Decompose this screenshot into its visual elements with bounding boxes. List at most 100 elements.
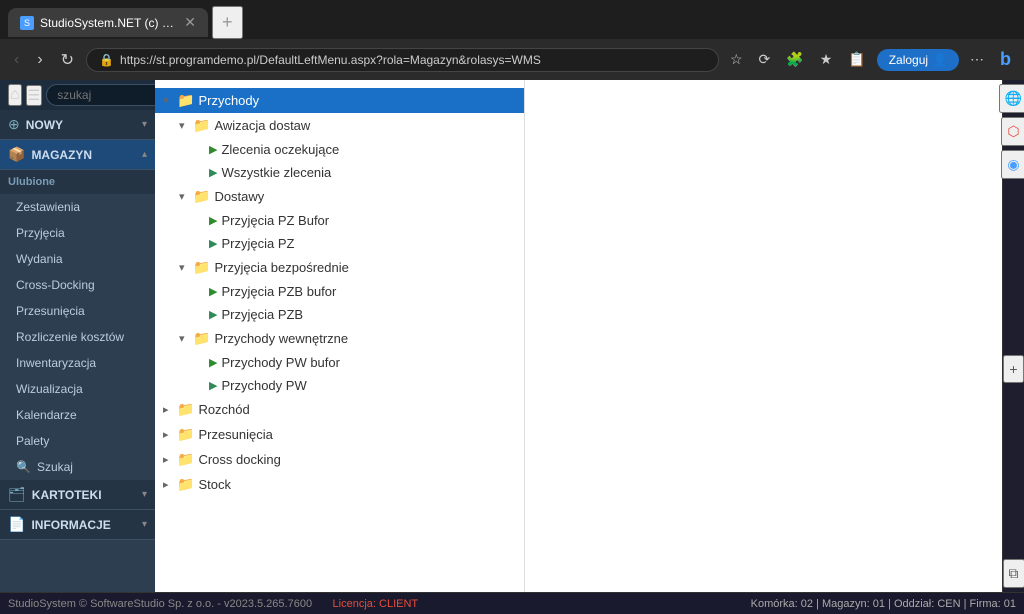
tree-item-zlecenia[interactable]: ▶Zlecenia oczekujące: [155, 138, 524, 161]
tree-toggle-przychody[interactable]: ▾: [163, 94, 177, 107]
tree-item-przyjecia_pzb_bufor[interactable]: ▶ Przyjęcia PZB bufor: [155, 280, 524, 303]
sidebar-item-przesuniecia[interactable]: Przesunięcia: [0, 298, 155, 324]
collection-icon[interactable]: 📋: [843, 47, 870, 72]
sidebar-section-nowy[interactable]: ⊕ NOWY ▾: [0, 110, 155, 140]
informacje-icon: 📄: [8, 516, 25, 533]
tree-icon-przyjecia_pzb_bufor: ▶: [209, 285, 217, 298]
tree-toggle-awizacja[interactable]: ▾: [179, 119, 193, 132]
informacje-arrow-icon: ▾: [142, 519, 147, 530]
browser-nav-bar: ‹ › ↻ 🔒 https://st.programdemo.pl/Defaul…: [0, 39, 1024, 80]
tree-icon-przychody: 📁: [177, 92, 194, 109]
sidebar-item-rozliczenie-kosztow[interactable]: Rozliczenie kosztów: [0, 324, 155, 350]
tree-label-cross_docking: Cross docking: [198, 452, 280, 467]
tree-icon-stock: 📁: [177, 476, 194, 493]
tab-title: StudioSystem.NET (c) SoftwareS...: [40, 16, 178, 30]
tree-icon-przychody_pw_bufor: ▶: [209, 356, 217, 369]
tree-label-przyjecia_pz: Przyjęcia PZ: [221, 236, 294, 251]
favorites-icon[interactable]: ★: [815, 47, 838, 72]
refresh-button[interactable]: ↻: [55, 46, 80, 74]
tree-label-przyjecia_pz_bufor: Przyjęcia PZ Bufor: [221, 213, 329, 228]
tree-item-przyjecia_pzb[interactable]: ▶Przyjęcia PZB: [155, 303, 524, 326]
right-edge: 🌐 ⬡ ◉ + ⧉: [1002, 80, 1024, 592]
menu-button[interactable]: ☰: [26, 85, 43, 106]
tree-item-przyjecia_bezposrednie[interactable]: ▾📁Przyjęcia bezpośrednie: [155, 255, 524, 280]
edge-btn-1[interactable]: 🌐: [999, 84, 1024, 113]
tab-close-icon[interactable]: ✕: [184, 14, 196, 31]
tree-label-przychody_pw: Przychody PW: [221, 378, 306, 393]
extensions-icon[interactable]: 🧩: [781, 47, 808, 72]
tree-item-wszystkie[interactable]: ▶Wszystkie zlecenia: [155, 161, 524, 184]
sidebar-item-zestawienia[interactable]: Zestawienia: [0, 194, 155, 220]
tree-item-stock[interactable]: ▸📁Stock: [155, 472, 524, 497]
sidebar-item-przyjecia[interactable]: Przyjęcia: [0, 220, 155, 246]
sidebar-item-inwentaryzacja[interactable]: Inwentaryzacja: [0, 350, 155, 376]
sidebar-section-informacje[interactable]: 📄 INFORMACJE ▾: [0, 510, 155, 540]
tree-item-dostawy[interactable]: ▾📁Dostawy: [155, 184, 524, 209]
browser-tab-active[interactable]: S StudioSystem.NET (c) SoftwareS... ✕: [8, 8, 208, 37]
tree-label-przyjecia_pzb_bufor: Przyjęcia PZB bufor: [221, 284, 336, 299]
ulubione-label: Ulubione: [8, 176, 55, 188]
bing-icon[interactable]: b: [995, 45, 1016, 74]
sidebar-section-kartoteki[interactable]: 🗂 KARTOTEKI ▾: [0, 480, 155, 510]
search-input[interactable]: [46, 84, 155, 106]
tree-toggle-stock[interactable]: ▸: [163, 478, 177, 491]
magazyn-arrow-icon: ▴: [142, 149, 147, 160]
home-button[interactable]: ⌂: [8, 84, 22, 106]
tree-item-przychody_pw_bufor[interactable]: ▶ Przychody PW bufor: [155, 351, 524, 374]
status-license-link[interactable]: Licencja: CLIENT: [333, 598, 419, 610]
status-left-text: StudioSystem © SoftwareStudio Sp. z o.o.…: [8, 598, 325, 610]
tree-item-rozchod[interactable]: ▸📁Rozchód: [155, 397, 524, 422]
tree-toggle-cross_docking[interactable]: ▸: [163, 453, 177, 466]
tree-icon-przyjecia_pz_bufor: ▶: [209, 214, 217, 227]
edge-btn-add[interactable]: +: [1003, 355, 1023, 383]
tree-item-przychody_pw[interactable]: ▶Przychody PW: [155, 374, 524, 397]
edge-btn-3[interactable]: ◉: [1001, 150, 1024, 179]
search-icon-small: 🔍: [16, 460, 31, 474]
tree-toggle-przyjecia_bezposrednie[interactable]: ▾: [179, 261, 193, 274]
kartoteki-icon: 🗂: [8, 486, 26, 503]
tree-label-przychody_pw_bufor: Przychody PW bufor: [221, 355, 340, 370]
address-bar[interactable]: 🔒 https://st.programdemo.pl/DefaultLeftM…: [86, 48, 719, 72]
nowy-icon: ⊕: [8, 116, 20, 133]
forward-button[interactable]: ›: [31, 47, 48, 73]
back-button[interactable]: ‹: [8, 47, 25, 73]
login-label: Zaloguj: [889, 53, 928, 67]
tree-toggle-przesuniecia[interactable]: ▸: [163, 428, 177, 441]
sidebar-item-wizualizacja[interactable]: Wizualizacja: [0, 376, 155, 402]
status-bar: StudioSystem © SoftwareStudio Sp. z o.o.…: [0, 592, 1024, 614]
tree-item-przesuniecia[interactable]: ▸📁Przesunięcia: [155, 422, 524, 447]
tree-icon-przyjecia_pz: ▶: [209, 237, 217, 250]
sidebar-item-palety[interactable]: Palety: [0, 428, 155, 454]
address-text: https://st.programdemo.pl/DefaultLeftMen…: [120, 53, 541, 67]
kartoteki-label: KARTOTEKI: [32, 488, 142, 502]
tree-item-przyjecia_pz[interactable]: ▶ Przyjęcia PZ: [155, 232, 524, 255]
main-content: ▾📁Przychody▾📁Awizacja dostaw▶Zlecenia oc…: [155, 80, 1024, 592]
status-right-text: Komórka: 02 | Magazyn: 01 | Oddział: CEN…: [751, 598, 1016, 610]
more-options-icon[interactable]: ⋯: [965, 47, 989, 72]
tree-item-przyjecia_pz_bufor[interactable]: ▶ Przyjęcia PZ Bufor: [155, 209, 524, 232]
nav-panel: ▾📁Przychody▾📁Awizacja dostaw▶Zlecenia oc…: [155, 80, 525, 592]
sidebar-item-kalendarze[interactable]: Kalendarze: [0, 402, 155, 428]
tree-icon-wszystkie: ▶: [209, 166, 217, 179]
sidebar-section-magazyn[interactable]: 📦 MAGAZYN ▴: [0, 140, 155, 170]
tree-item-przychody[interactable]: ▾📁Przychody: [155, 88, 524, 113]
tree-toggle-rozchod[interactable]: ▸: [163, 403, 177, 416]
edge-btn-window[interactable]: ⧉: [1003, 559, 1024, 588]
sidebar-item-wydania[interactable]: Wydania: [0, 246, 155, 272]
tree-toggle-przychody_wewnetrzne[interactable]: ▾: [179, 332, 193, 345]
app-container: ⌂ ☰ ⊕ NOWY ▾ 📦 MAGAZYN ▴ Ulubione Zestaw…: [0, 80, 1024, 592]
lock-icon: 🔒: [99, 53, 114, 67]
history-icon[interactable]: ⟳: [754, 47, 776, 72]
edge-btn-2[interactable]: ⬡: [1001, 117, 1024, 146]
bookmark-icon[interactable]: ☆: [725, 47, 748, 72]
magazyn-label: MAGAZYN: [31, 148, 142, 162]
tree-item-awizacja[interactable]: ▾📁Awizacja dostaw: [155, 113, 524, 138]
tree-icon-cross_docking: 📁: [177, 451, 194, 468]
new-tab-button[interactable]: +: [212, 6, 243, 39]
tree-item-przychody_wewnetrzne[interactable]: ▾📁Przychody wewnętrzne: [155, 326, 524, 351]
sidebar-item-cross-docking[interactable]: Cross-Docking: [0, 272, 155, 298]
login-button[interactable]: Zaloguj 👤: [877, 49, 959, 71]
tree-toggle-dostawy[interactable]: ▾: [179, 190, 193, 203]
sidebar-item-szukaj[interactable]: 🔍 Szukaj: [0, 454, 155, 480]
tree-item-cross_docking[interactable]: ▸📁 Cross docking: [155, 447, 524, 472]
